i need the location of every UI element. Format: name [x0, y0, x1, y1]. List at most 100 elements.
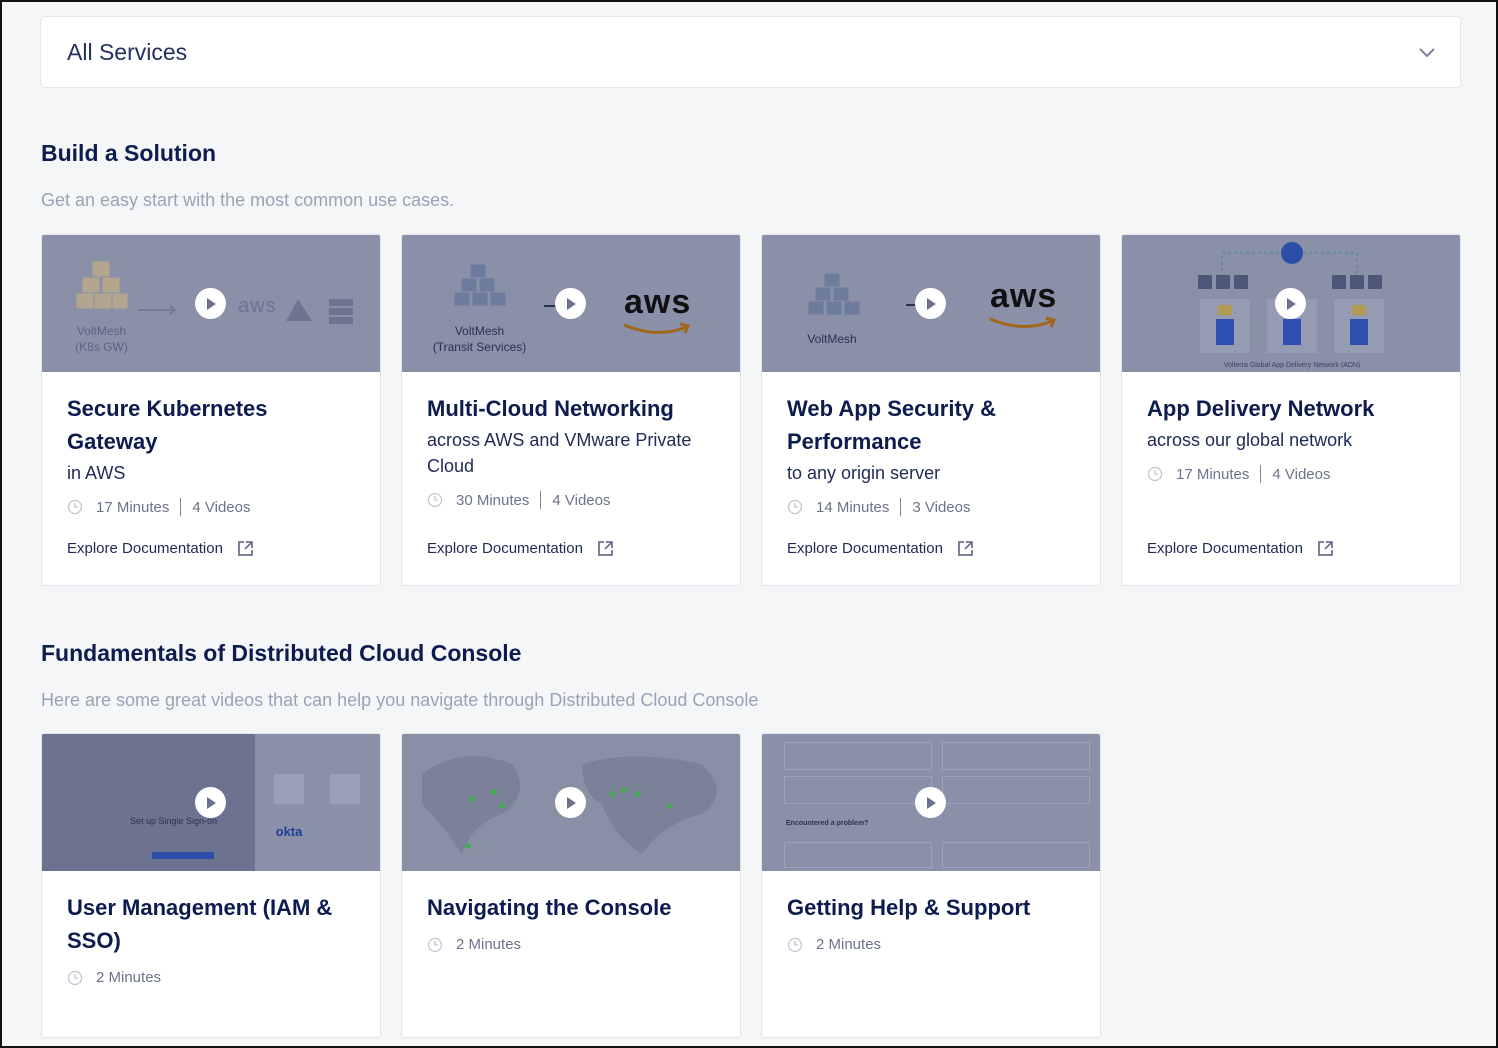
meta-divider [900, 498, 902, 516]
card-meta: 2 Minutes [67, 969, 355, 986]
card-title[interactable]: Secure Kubernetes Gateway [67, 392, 355, 458]
play-icon [206, 796, 216, 809]
explore-documentation-link[interactable]: Explore Documentation [787, 540, 974, 557]
explore-documentation-label: Explore Documentation [787, 540, 943, 557]
duration: 30 Minutes [456, 491, 530, 509]
card-title[interactable]: Web App Security & Performance [787, 392, 1075, 458]
video-thumbnail[interactable]: Set up Single Sign-on okta [42, 734, 380, 871]
build-section-title: Build a Solution [41, 140, 217, 166]
duration: 2 Minutes [816, 936, 882, 953]
thumb-panel [942, 776, 1090, 804]
thumb-label: Set up Single Sign-on [130, 816, 218, 826]
fundamentals-section-title: Fundamentals of Distributed Cloud Consol… [41, 640, 522, 666]
thumb-label: VoltMesh (Transit Services) [432, 324, 527, 354]
duration: 2 Minutes [456, 936, 522, 953]
thumb-panel [784, 742, 932, 770]
thumb-label: VoltMesh [807, 332, 857, 346]
solution-card-app-delivery-network[interactable]: Volterra Global App Delivery Network (AD… [1121, 234, 1461, 586]
card-meta: 17 Minutes 4 Videos [1147, 465, 1435, 483]
aws-smile-icon [989, 316, 1057, 329]
video-thumbnail[interactable]: VoltMesh (Transit Services) aws [402, 235, 740, 372]
video-count: 4 Videos [192, 498, 251, 516]
thumb-tile [330, 774, 360, 804]
video-count: 4 Videos [552, 491, 611, 509]
video-thumbnail[interactable]: VoltMesh aws [762, 235, 1100, 372]
duration: 2 Minutes [96, 969, 162, 986]
external-link-icon [1318, 541, 1333, 556]
play-button[interactable] [915, 787, 946, 818]
card-subtitle: across AWS and VMware Private Cloud [427, 430, 692, 476]
solution-card-multi-cloud[interactable]: VoltMesh (Transit Services) aws Multi-Cl… [401, 234, 741, 586]
meta-divider [1260, 465, 1262, 483]
voltmesh-cube-icon [453, 263, 507, 307]
play-button[interactable] [1275, 288, 1306, 319]
play-button[interactable] [915, 288, 946, 319]
play-button[interactable] [555, 288, 586, 319]
card-title[interactable]: Navigating the Console [427, 891, 715, 924]
thumb-panel [942, 742, 1090, 770]
card-meta: 17 Minutes 4 Videos [67, 498, 355, 516]
thumb-cta-bar [152, 852, 214, 859]
play-icon [566, 297, 576, 310]
explore-documentation-link[interactable]: Explore Documentation [67, 540, 254, 557]
play-button[interactable] [195, 787, 226, 818]
card-meta: 2 Minutes [787, 936, 1075, 953]
play-icon [566, 796, 576, 809]
card-subtitle: in AWS [67, 463, 126, 483]
fundamentals-section-subtitle: Here are some great videos that can help… [41, 690, 759, 710]
duration: 17 Minutes [96, 498, 170, 516]
play-button[interactable] [555, 787, 586, 818]
service-filter-select[interactable]: All Services [40, 16, 1461, 88]
card-title[interactable]: Getting Help & Support [787, 891, 1075, 924]
fundamentals-card-user-management[interactable]: Set up Single Sign-on okta User Manageme… [41, 733, 381, 1038]
clock-icon [787, 499, 803, 515]
explore-documentation-link[interactable]: Explore Documentation [427, 540, 614, 557]
duration: 14 Minutes [816, 498, 890, 516]
build-section-subtitle: Get an easy start with the most common u… [41, 190, 455, 210]
chevron-down-icon [1419, 48, 1435, 58]
explore-documentation-label: Explore Documentation [1147, 540, 1303, 557]
card-meta: 2 Minutes [427, 936, 715, 953]
server-icon [329, 299, 353, 324]
play-icon [926, 297, 936, 310]
fundamentals-card-navigating-console[interactable]: Navigating the Console 2 Minutes [401, 733, 741, 1038]
card-subtitle: to any origin server [787, 463, 941, 483]
meta-divider [180, 498, 182, 516]
clock-icon [1147, 466, 1163, 482]
clock-icon [427, 492, 443, 508]
explore-documentation-label: Explore Documentation [427, 540, 583, 557]
explore-documentation-link[interactable]: Explore Documentation [1147, 540, 1334, 557]
meta-divider [540, 491, 542, 509]
card-title[interactable]: Multi-Cloud Networking [427, 392, 715, 425]
clock-icon [427, 937, 443, 952]
solution-card-k8s-gateway[interactable]: VoltMesh (K8s GW) aws Secure Kubernetes … [41, 234, 381, 586]
card-meta: 14 Minutes 3 Videos [787, 498, 1075, 516]
voltmesh-cube-icon [75, 260, 129, 310]
video-count: 3 Videos [912, 498, 971, 516]
fundamentals-card-help-support[interactable]: Encountered a problem? Getting Help & Su… [761, 733, 1101, 1038]
video-thumbnail[interactable]: Volterra Global App Delivery Network (AD… [1122, 235, 1460, 372]
service-filter-value: All Services [67, 38, 188, 65]
arrow-icon [138, 305, 177, 315]
video-thumbnail[interactable] [402, 734, 740, 871]
card-title[interactable]: User Management (IAM & SSO) [67, 891, 355, 957]
clock-icon [67, 499, 83, 515]
thumb-aws-label: aws [624, 283, 692, 321]
play-icon [206, 297, 216, 310]
play-icon [1286, 297, 1296, 310]
thumb-aws-label: aws [990, 277, 1058, 315]
external-link-icon [958, 541, 973, 556]
video-count: 4 Videos [1272, 465, 1331, 483]
video-thumbnail[interactable]: Encountered a problem? [762, 734, 1100, 871]
play-button[interactable] [195, 288, 226, 319]
solution-card-web-app-security[interactable]: VoltMesh aws Web App Security & Performa… [761, 234, 1101, 586]
card-meta: 30 Minutes 4 Videos [427, 491, 715, 509]
thumb-label: Volterra Global App Delivery Network (AD… [1223, 362, 1361, 369]
thumb-panel [784, 842, 932, 868]
duration: 17 Minutes [1176, 465, 1250, 483]
external-link-icon [598, 541, 613, 556]
card-title[interactable]: App Delivery Network [1147, 392, 1435, 425]
external-link-icon [238, 541, 253, 556]
video-thumbnail[interactable]: VoltMesh (K8s GW) aws [42, 235, 380, 372]
play-icon [926, 796, 936, 809]
